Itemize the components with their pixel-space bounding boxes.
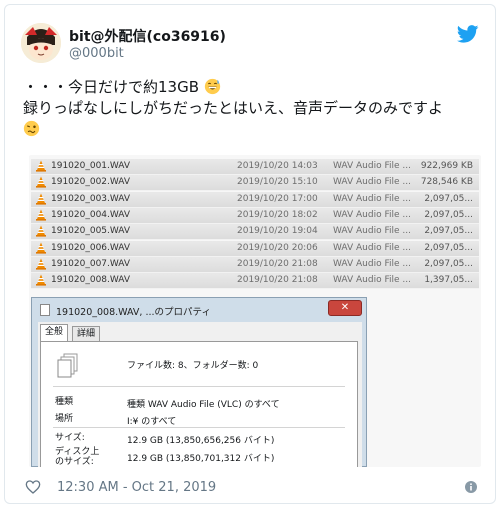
tweet-text: ・・・今日だけで約13GB 録りっぱなしにしがちだったとはいえ、音声データのみで… — [23, 77, 483, 140]
tweet-line-2-text: 録りっぱなしにしがちだったとはいえ、音声データのみですよ — [23, 99, 444, 117]
file-name: 191020_003.WAV — [51, 193, 131, 204]
file-count-text: ファイル数: 8、フォルダー数: 0 — [127, 361, 259, 371]
info-icon[interactable] — [465, 481, 477, 493]
vlc-cone-icon — [36, 176, 46, 188]
tab-details[interactable]: 詳細 — [72, 326, 101, 342]
tab-general[interactable]: 全般 — [40, 324, 69, 342]
file-type: WAV Audio File ... — [333, 242, 411, 253]
file-date: 2019/10/20 18:02 — [237, 209, 318, 220]
properties-dialog: 191020_008.WAV, ...のプロパティ ✕ 全般 詳細 ファイル数:… — [31, 297, 367, 467]
tweet-card: bit@外配信(co36916) @000bit ・・・今日だけで約13GB 録… — [4, 4, 496, 504]
file-row[interactable]: 191020_008.WAV 2019/10/20 21:08 WAV Audio … — [31, 273, 479, 290]
prop-size-label: サイズ: — [55, 433, 85, 443]
tweet-line-1: ・・・今日だけで約13GB — [23, 77, 483, 98]
dialog-body: 全般 詳細 ファイル数: 8、フォルダー数: 0 種類 種類 WAV Audio… — [38, 322, 362, 467]
vlc-cone-icon — [36, 160, 46, 172]
file-type: WAV Audio File ... — [333, 193, 411, 204]
file-type: WAV Audio File ... — [333, 275, 411, 286]
file-row[interactable]: 191020_007.WAV 2019/10/20 21:08 WAV Audio … — [31, 256, 479, 273]
divider — [53, 427, 345, 428]
file-date: 2019/10/20 15:10 — [237, 177, 318, 188]
file-type: WAV Audio File ... — [333, 226, 411, 237]
file-name: 191020_002.WAV — [51, 177, 131, 188]
file-name: 191020_004.WAV — [51, 209, 131, 220]
multiple-files-icon — [57, 353, 78, 378]
file-name: 191020_006.WAV — [51, 242, 131, 253]
divider — [53, 386, 345, 387]
file-type: WAV Audio File ... — [333, 177, 411, 188]
tab-panel-general: ファイル数: 8、フォルダー数: 0 種類 種類 WAV Audio File … — [40, 341, 358, 467]
file-type: WAV Audio File ... — [333, 209, 411, 220]
file-size: 2,097,05... — [424, 193, 473, 204]
file-row[interactable]: 191020_005.WAV 2019/10/20 19:04 WAV Audio … — [31, 224, 479, 241]
file-size: 2,097,05... — [424, 226, 473, 237]
user-handle[interactable]: @000bit — [69, 46, 124, 61]
file-name: 191020_001.WAV — [51, 161, 131, 171]
prop-type-value: 種類 WAV Audio File (VLC) のすべて — [127, 400, 280, 410]
screenshot-media[interactable]: 191020_001.WAV 2019/10/20 14:03 WAV Audio … — [29, 155, 481, 467]
file-type: WAV Audio File ... — [333, 258, 411, 269]
prop-disk-size-value: 12.9 GB (13,850,701,312 バイト) — [127, 454, 275, 464]
woozy-emoji — [23, 120, 40, 137]
prop-location-label: 場所 — [55, 414, 74, 424]
file-date: 2019/10/20 20:06 — [237, 242, 318, 253]
prop-type-label: 種類 — [55, 397, 74, 407]
grin-sweat-emoji — [204, 78, 220, 95]
tweet-line-1-text: ・・・今日だけで約13GB — [23, 78, 200, 96]
vlc-cone-icon — [36, 209, 46, 221]
heart-icon[interactable] — [25, 479, 41, 495]
file-date: 2019/10/20 17:00 — [237, 193, 318, 204]
vlc-cone-icon — [36, 193, 46, 205]
file-name: 191020_005.WAV — [51, 226, 131, 237]
file-date: 2019/10/20 19:04 — [237, 226, 318, 237]
file-size: 2,097,05... — [424, 258, 473, 269]
file-name: 191020_008.WAV — [51, 275, 131, 286]
display-name[interactable]: bit@外配信(co36916) — [69, 26, 226, 46]
file-size: 2,097,05... — [424, 209, 473, 220]
vlc-cone-icon — [36, 258, 46, 270]
file-name: 191020_007.WAV — [51, 258, 131, 269]
file-row[interactable]: 191020_001.WAV 2019/10/20 14:03 WAV Audio … — [31, 159, 479, 175]
file-size: 728,546 KB — [420, 177, 473, 188]
avatar[interactable] — [21, 23, 61, 63]
file-size: 1,397,05... — [424, 275, 473, 286]
file-size: 2,097,05... — [424, 242, 473, 253]
file-date: 2019/10/20 14:03 — [237, 161, 318, 171]
document-icon — [40, 304, 50, 316]
file-size: 922,969 KB — [420, 161, 473, 171]
file-type: WAV Audio File ... — [333, 161, 411, 171]
dialog-close-button[interactable]: ✕ — [328, 300, 362, 316]
tweet-line-3 — [23, 119, 483, 140]
prop-disk-size-label: ディスク上 のサイズ: — [55, 447, 100, 467]
avatar-image — [21, 23, 61, 63]
vlc-cone-icon — [36, 274, 46, 286]
dialog-title: 191020_008.WAV, ...のプロパティ — [56, 307, 211, 318]
file-date: 2019/10/20 21:08 — [237, 258, 318, 269]
file-date: 2019/10/20 21:08 — [237, 275, 318, 286]
vlc-cone-icon — [36, 225, 46, 237]
tweet-line-2: 録りっぱなしにしがちだったとはいえ、音声データのみですよ — [23, 98, 483, 119]
file-row[interactable]: 191020_002.WAV 2019/10/20 15:10 WAV Audio … — [31, 175, 479, 192]
file-row[interactable]: 191020_006.WAV 2019/10/20 20:06 WAV Audio … — [31, 240, 479, 257]
vlc-cone-icon — [36, 242, 46, 254]
prop-size-value: 12.9 GB (13,850,656,256 バイト) — [127, 436, 275, 446]
file-row[interactable]: 191020_004.WAV 2019/10/20 18:02 WAV Audio … — [31, 207, 479, 224]
twitter-bird-icon[interactable] — [457, 25, 479, 43]
file-row[interactable]: 191020_003.WAV 2019/10/20 17:00 WAV Audio … — [31, 191, 479, 208]
tweet-timestamp[interactable]: 12:30 AM - Oct 21, 2019 — [57, 480, 216, 495]
prop-location-value: I:¥ のすべて — [127, 417, 177, 427]
